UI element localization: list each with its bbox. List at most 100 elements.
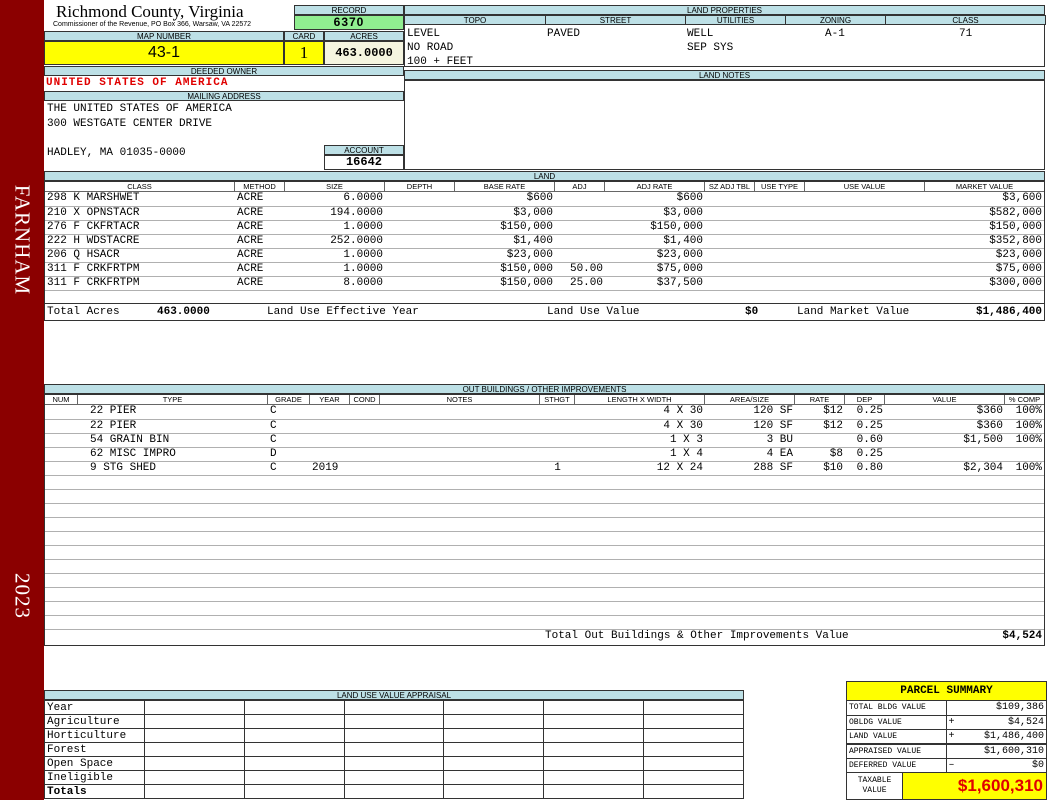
deeded-owner-name: UNITED STATES OF AMERICA [46, 77, 229, 89]
land-adj [555, 220, 605, 234]
appraisal-row: Open Space [44, 756, 744, 771]
ob-cond [350, 461, 380, 475]
land-sz-adj-tbl [705, 276, 755, 290]
outbuildings-title: OUT BUILDINGS / OTHER IMPROVEMENTS [44, 384, 1045, 394]
ob-area-size: 3 BU [766, 433, 793, 446]
land-method: ACRE [237, 220, 264, 233]
appraisal-row-label: Open Space [44, 756, 145, 771]
ob-empty-cell [45, 559, 1044, 573]
appraisal-cell [443, 784, 545, 799]
mailing-address: THE UNITED STATES OF AMERICA 300 WESTGAT… [47, 102, 232, 132]
appraisal-cell [443, 728, 545, 743]
land-properties-panel: TOPO STREET UTILITIES ZONING CLASS LEVEL… [404, 15, 1046, 69]
appraisal-cell [643, 700, 744, 715]
ob-dep: 0.60 [856, 433, 883, 446]
appraisal-cell [144, 742, 245, 757]
sidebar-stripe: FARNHAM 2023 [0, 0, 44, 800]
ob-sthgt [540, 447, 575, 461]
zoning-header: ZONING [785, 15, 886, 25]
outbuildings-table: 22 PIER C 4 X 30 120 SF $12 0.25 $360 100% 22 PI… [45, 405, 1044, 630]
appraisal-cell [443, 700, 545, 715]
appraisal-cell [543, 770, 645, 785]
land-depth [385, 220, 455, 234]
commissioner-address: Commissioner of the Revenue, PO Box 366,… [53, 21, 252, 28]
appraisal-cell [643, 756, 744, 771]
ob-rate: $8 [829, 447, 843, 460]
ob-row [45, 517, 1044, 531]
appraisal-cell [443, 742, 545, 757]
land-properties-title: LAND PROPERTIES [404, 5, 1045, 15]
ob-type: 62 MISC IMPRO [90, 447, 176, 460]
land-sz-adj-tbl [705, 262, 755, 276]
appraisal-cell [643, 784, 744, 799]
card-value: 1 [284, 41, 324, 65]
ob-total-label: Total Out Buildings & Other Improvements… [545, 630, 849, 642]
utilities-header: UTILITIES [685, 15, 786, 25]
land-size: 1.0000 [343, 220, 383, 233]
street-value: PAVED [547, 28, 581, 40]
ob-num [45, 461, 78, 475]
mailing-address-label: MAILING ADDRESS [44, 91, 404, 101]
appraisal-cell [343, 714, 445, 729]
land-row: 222 H WDSTACRE ACRE 252.0000 $1,400 $1,400 $3… [45, 234, 1044, 248]
ob-num [45, 433, 78, 447]
acres-label: ACRES [324, 31, 404, 41]
record-number: 6370 [294, 15, 404, 30]
land-adj-rate: $150,000 [650, 220, 703, 233]
total-bldg-label: TOTAL BLDG VALUE [847, 701, 947, 715]
appraisal-cell [543, 784, 645, 799]
land-size: 252.0000 [330, 234, 383, 247]
land-adj: 50.00 [569, 262, 603, 275]
land-depth [385, 192, 455, 206]
land-use-type [755, 234, 805, 248]
appraisal-cell [343, 742, 445, 757]
ob-row [45, 489, 1044, 503]
land-base-rate: $150,000 [500, 262, 553, 275]
topo-value: LEVEL [407, 28, 441, 40]
ob-length-width: 4 X 30 [663, 419, 703, 432]
appraisal-cell [343, 784, 445, 799]
land-sz-adj-tbl [705, 206, 755, 220]
ob-empty-cell [45, 573, 1044, 587]
taxable-label: TAXABLE VALUE [847, 773, 903, 799]
ob-num [45, 447, 78, 461]
land-use-value [805, 248, 925, 262]
land-adj [555, 248, 605, 262]
ob-value: $360 [976, 405, 1003, 418]
land-market-value: $23,000 [995, 248, 1042, 261]
ob-row: 22 PIER C 4 X 30 120 SF $12 0.25 $360 100% [45, 419, 1044, 433]
map-number-label: MAP NUMBER [44, 31, 284, 41]
land-depth [385, 234, 455, 248]
ob-type: 22 PIER [90, 419, 137, 432]
land-size: 194.0000 [330, 206, 383, 219]
land-base-rate: $150,000 [500, 276, 553, 289]
acres-value: 463.0000 [324, 41, 404, 65]
land-size: 6.0000 [343, 192, 383, 205]
parcel-summary-panel: PARCEL SUMMARY TOTAL BLDG VALUE $109,386… [846, 681, 1047, 800]
land-class: 206 Q HSACR [47, 248, 120, 261]
ob-row [45, 475, 1044, 489]
ob-row [45, 531, 1044, 545]
land-use-type [755, 248, 805, 262]
ob-year [310, 433, 350, 447]
ob-length-width: 1 X 4 [669, 447, 703, 460]
land-base-rate: $3,000 [513, 206, 553, 219]
appraisal-cell [243, 756, 345, 771]
land-class: 311 F CRKFRTPM [47, 276, 140, 289]
land-row: 206 Q HSACR ACRE 1.0000 $23,000 $23,000 $23,0… [45, 248, 1044, 262]
land-size: 1.0000 [343, 248, 383, 261]
appraisal-row-label: Agriculture [44, 714, 145, 729]
topo-values: LEVEL NO ROAD 100 + FEET [407, 27, 473, 69]
ob-rate [795, 433, 845, 447]
appraisal-row-label: Ineligible [44, 770, 145, 785]
land-adj-rate: $75,000 [656, 262, 703, 275]
ob-cond [350, 405, 380, 419]
appraisal-row: Forest [44, 742, 744, 757]
appraisal-cell [343, 700, 445, 715]
ob-year [310, 405, 350, 419]
land-use-value [805, 276, 925, 290]
land-base-rate: $23,000 [506, 248, 553, 261]
land-use-value [805, 220, 925, 234]
land-row: 210 X OPNSTACR ACRE 194.0000 $3,000 $3,000 $5… [45, 206, 1044, 220]
appraisal-cell [144, 714, 245, 729]
